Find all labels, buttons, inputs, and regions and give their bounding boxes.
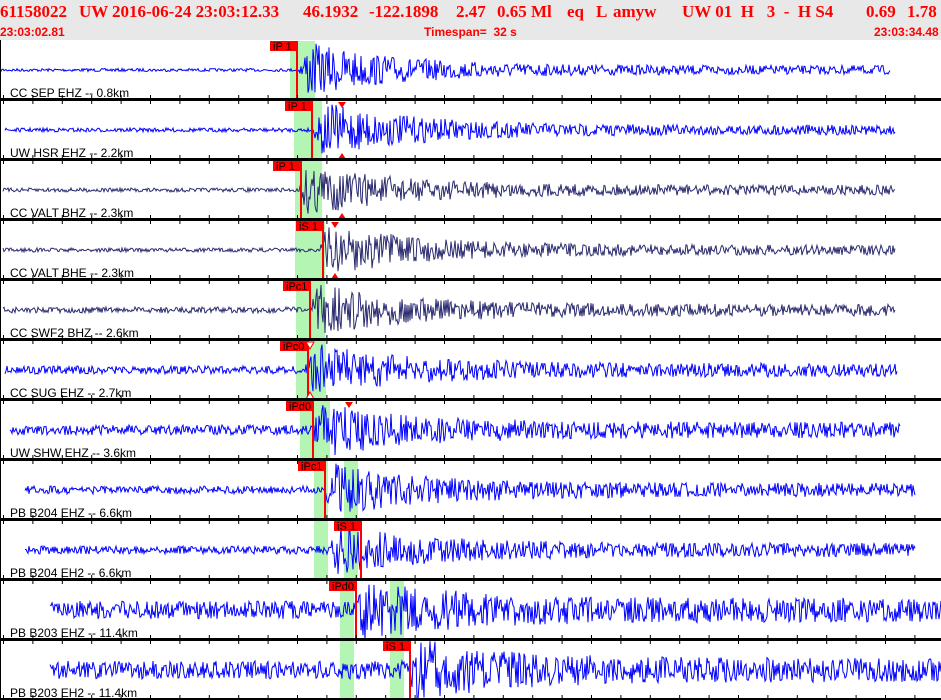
event-lon: -122.1898 <box>369 2 439 21</box>
pick-label: iPc1 <box>286 281 307 293</box>
event-etype: eq <box>567 2 584 21</box>
channel-label: UW SHW EHZ -- 3.6km <box>10 446 136 460</box>
event-network: UW <box>79 2 109 21</box>
pick-label: iS 1 <box>386 641 405 653</box>
channel-label: CC SWF2 BHZ -- 2.6km <box>10 326 139 340</box>
pick-label: iS 1 <box>299 221 318 233</box>
channel-label: CC VALT BHZ -- 2.3km <box>10 206 133 220</box>
waveform-trace <box>4 104 896 154</box>
channel-panel[interactable]: iP 1 CC VALT BHZ -- 2.3km <box>0 161 941 224</box>
channel-label: PB B204 EHZ -- 6.6km <box>10 506 132 520</box>
channel-panel[interactable]: iP 1 CC SEP EHZ -- 0.8km <box>0 41 941 104</box>
theoretical-s-arrow-icon <box>345 402 353 408</box>
pick-label: iP 1 <box>276 161 295 173</box>
waveform-trace <box>24 463 916 512</box>
channel-panel[interactable]: iPd0 UW SHW EHZ -- 3.6km <box>0 401 941 464</box>
channel-label: CC SUG EHZ -- 2.7km <box>10 386 131 400</box>
timespan: Timespan= 32 s <box>424 25 517 39</box>
end-time: 23:03:34.48 <box>874 25 939 39</box>
channel-label: CC VALT BHE -- 2.3km <box>10 266 134 280</box>
pick-label: iPc0 <box>283 341 304 353</box>
pick-label: iPc1 <box>301 461 322 473</box>
channel-panel[interactable]: iS 1 PB B203 EH2 -- 11.4km <box>0 641 941 700</box>
pick-label: iPd0 <box>332 581 354 593</box>
event-author: amyw <box>613 2 657 21</box>
waveform-trace <box>49 584 941 642</box>
channel-label: PB B203 EHZ -- 11.4km <box>10 626 138 640</box>
pick-label: iP 1 <box>273 41 292 53</box>
channel-panel[interactable]: iPc1 PB B204 EHZ -- 6.6km <box>0 461 941 524</box>
waveform-trace <box>0 43 891 93</box>
event-rms: 0.69 <box>866 2 896 21</box>
channel-panel[interactable]: iPc0 CC SUG EHZ -- 2.7km <box>0 341 941 404</box>
waveform-trace <box>24 526 916 574</box>
event-datetime: 2016-06-24 23:03:12.33 <box>112 2 280 21</box>
channel-label: UW HSR EHZ -- 2.2km <box>10 146 133 160</box>
theoretical-s-arrow-icon <box>338 102 346 108</box>
waveform-trace <box>2 227 896 272</box>
channel-panel[interactable]: iS 1 CC VALT BHE -- 2.3km <box>0 221 941 284</box>
waveform-trace <box>49 641 941 700</box>
event-err: 1.78 <box>907 2 937 21</box>
channel-label: CC SEP EHZ -- 0.8km <box>10 86 129 100</box>
pick-label: iP 1 <box>288 101 307 113</box>
event-depth: 2.47 <box>456 2 486 21</box>
pick-label: iS 1 <box>337 521 356 533</box>
event-gtype: L <box>596 2 608 21</box>
event-solution: UW 01 H 3 - H S4 <box>682 2 834 21</box>
channel-panel[interactable]: iPd0 PB B203 EHZ -- 11.4km <box>0 581 941 644</box>
channel-panel[interactable]: iP 1 UW HSR EHZ -- 2.2km <box>0 101 941 164</box>
event-magnitude: 0.65 Ml <box>497 2 552 21</box>
waveform-trace <box>9 405 901 456</box>
channel-label: PB B203 EH2 -- 11.4km <box>10 686 137 700</box>
channel-label: PB B204 EH2 -- 6.6km <box>10 566 131 580</box>
start-time: 23:03:02.81 <box>0 25 65 39</box>
pick-label: iPd0 <box>289 401 311 413</box>
channel-panel[interactable]: iS 1 PB B204 EH2 -- 6.6km <box>0 521 941 584</box>
waveform-trace <box>2 170 896 214</box>
theoretical-s-arrow-icon <box>331 222 339 228</box>
seismogram-panels[interactable]: iP 1 CC SEP EHZ -- 0.8km iP 1 UW HSR EHZ --… <box>0 40 941 700</box>
event-id: 61158022 <box>0 2 68 21</box>
waveform-trace <box>4 344 898 392</box>
event-lat: 46.1932 <box>303 2 359 21</box>
event-header: 61158022 UW 2016-06-24 23:03:12.33 46.19… <box>0 0 941 40</box>
channel-panel[interactable]: iPc1 CC SWF2 BHZ -- 2.6km <box>0 281 941 344</box>
